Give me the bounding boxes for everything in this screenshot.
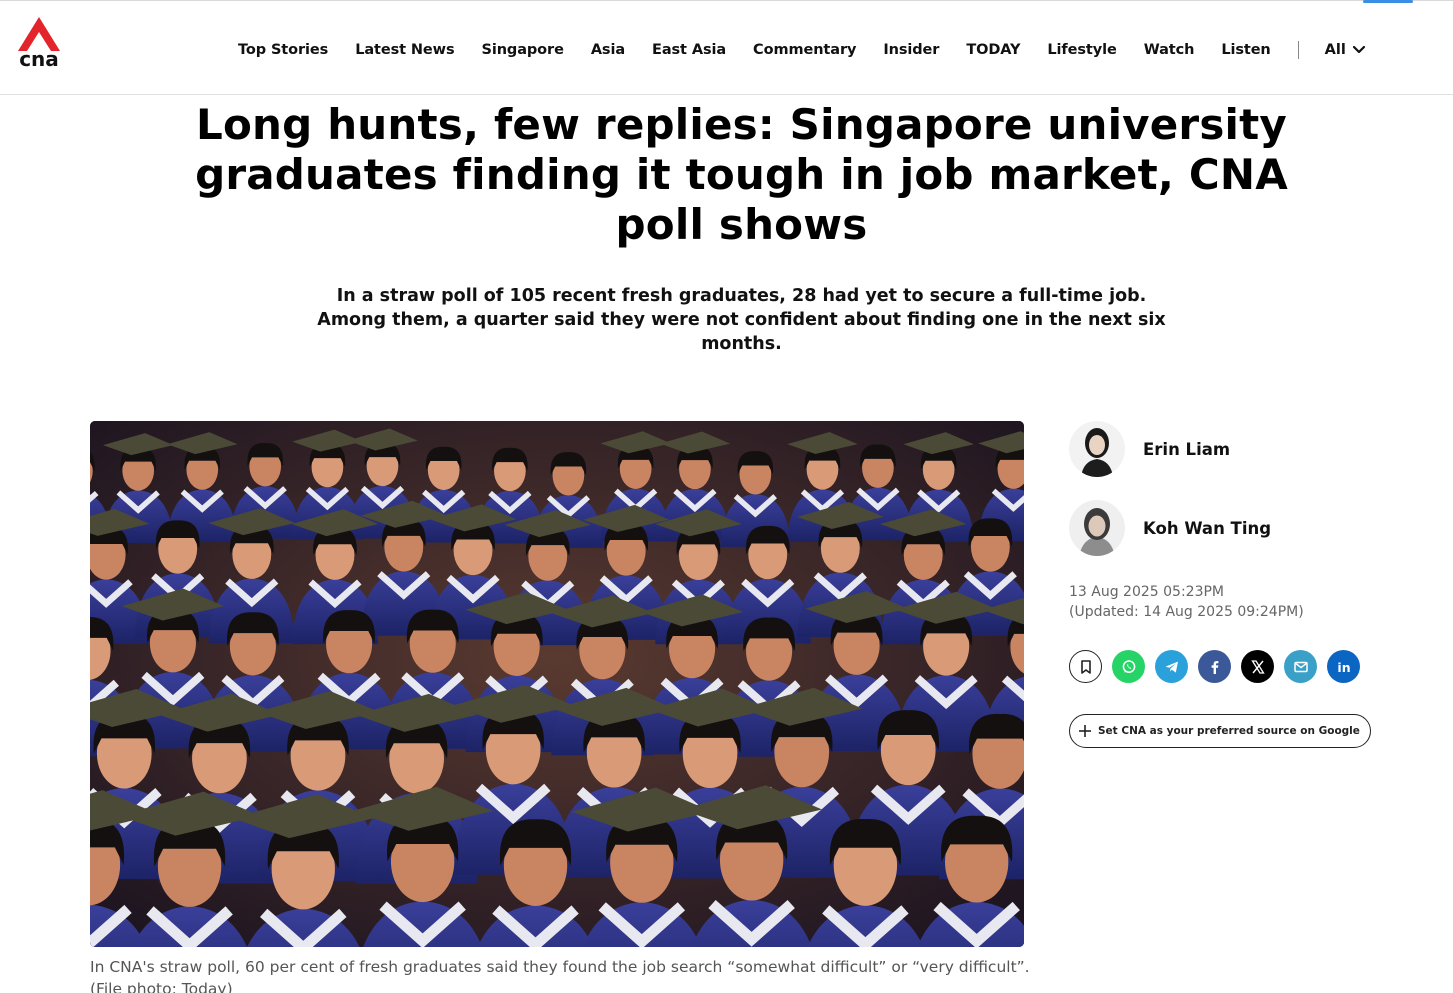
nav-commentary[interactable]: Commentary — [753, 42, 856, 58]
loading-indicator — [1363, 0, 1413, 3]
hero-caption: In CNA's straw poll, 60 per cent of fres… — [90, 958, 1030, 993]
nav-lifestyle[interactable]: Lifestyle — [1047, 42, 1116, 58]
share-whatsapp-button[interactable] — [1112, 650, 1145, 683]
cna-logo-icon: cna — [18, 17, 60, 71]
share-bar: in — [1069, 650, 1360, 683]
preferred-source-label: Set CNA as your preferred source on Goog… — [1098, 725, 1360, 737]
site-header: cna Top Stories Latest News Singapore As… — [0, 5, 1453, 95]
nav-divider — [1297, 41, 1299, 59]
author-avatar — [1069, 500, 1125, 556]
plus-icon — [1079, 725, 1091, 737]
article-headline: Long hunts, few replies: Singapore unive… — [195, 100, 1288, 249]
nav-asia[interactable]: Asia — [591, 42, 625, 58]
nav-east-asia[interactable]: East Asia — [652, 42, 726, 58]
share-email-button[interactable] — [1284, 650, 1317, 683]
share-x-button[interactable] — [1241, 650, 1274, 683]
author-avatar — [1069, 421, 1125, 477]
share-linkedin-button[interactable]: in — [1327, 650, 1360, 683]
telegram-icon — [1165, 661, 1178, 673]
nav-all-label: All — [1324, 42, 1346, 58]
nav-all-menu[interactable]: All — [1325, 42, 1366, 58]
cna-logo[interactable]: cna — [18, 17, 60, 71]
svg-text:in: in — [1337, 660, 1350, 675]
nav-listen[interactable]: Listen — [1221, 42, 1270, 58]
bookmark-button[interactable] — [1069, 650, 1102, 683]
email-icon — [1293, 661, 1308, 672]
bookmark-icon — [1080, 659, 1091, 674]
nav-watch[interactable]: Watch — [1144, 42, 1195, 58]
nav-top-stories[interactable]: Top Stories — [238, 42, 328, 58]
author-erin-liam[interactable]: Erin Liam — [1069, 421, 1230, 477]
updated-date: (Updated: 14 Aug 2025 09:24PM) — [1069, 604, 1304, 620]
author-name: Erin Liam — [1143, 439, 1231, 459]
chevron-down-icon — [1352, 45, 1365, 54]
preferred-source-button[interactable]: Set CNA as your preferred source on Goog… — [1069, 714, 1371, 748]
hero-image — [90, 421, 1024, 947]
svg-text:cna: cna — [19, 47, 59, 69]
primary-nav: Top Stories Latest News Singapore Asia E… — [238, 41, 1366, 59]
share-telegram-button[interactable] — [1155, 650, 1188, 683]
share-facebook-button[interactable] — [1198, 650, 1231, 683]
whatsapp-icon — [1122, 659, 1135, 673]
nav-insider[interactable]: Insider — [883, 42, 939, 58]
article-standfirst: In a straw poll of 105 recent fresh grad… — [317, 286, 1166, 354]
nav-today[interactable]: TODAY — [966, 42, 1020, 58]
article-dates: 13 Aug 2025 05:23PM (Updated: 14 Aug 202… — [1069, 582, 1304, 622]
nav-latest-news[interactable]: Latest News — [355, 42, 454, 58]
author-koh-wan-ting[interactable]: Koh Wan Ting — [1069, 500, 1271, 556]
avatar-portrait-icon — [1069, 421, 1125, 477]
x-icon — [1250, 659, 1265, 674]
published-date: 13 Aug 2025 05:23PM — [1069, 584, 1224, 600]
linkedin-icon: in — [1337, 660, 1350, 675]
graduates-photo — [90, 421, 1024, 947]
facebook-icon — [1211, 660, 1218, 674]
author-name: Koh Wan Ting — [1143, 518, 1272, 538]
nav-singapore[interactable]: Singapore — [481, 42, 563, 58]
avatar-portrait-icon — [1069, 500, 1125, 556]
